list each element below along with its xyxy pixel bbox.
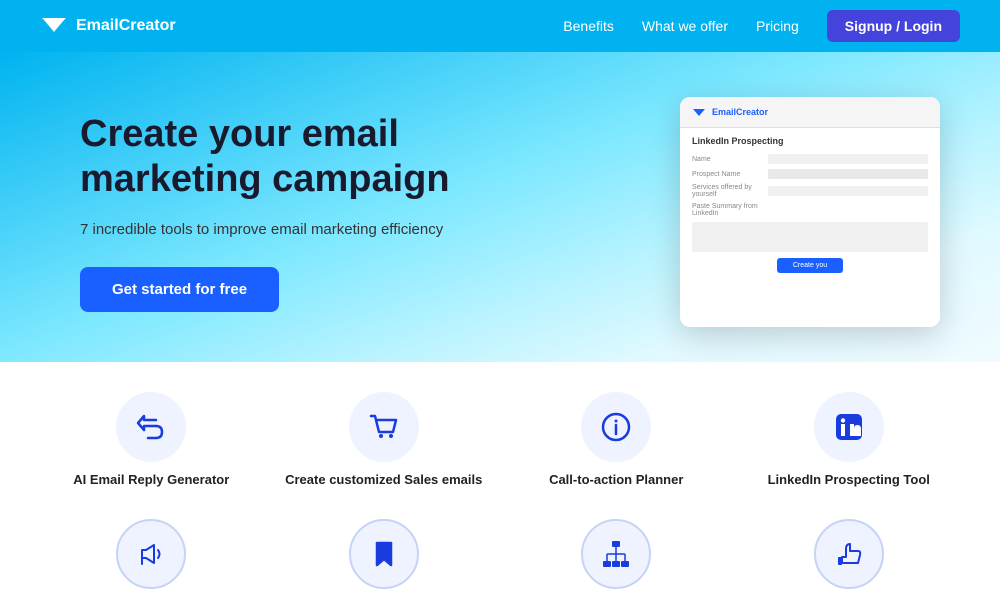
- logo-text: EmailCreator: [76, 17, 176, 35]
- preview-header: EmailCreator: [680, 97, 940, 128]
- header: EmailCreator Benefits What we offer Pric…: [0, 0, 1000, 52]
- reply-icon-circle: [116, 392, 186, 462]
- hero-subtitle: 7 incredible tools to improve email mark…: [80, 219, 510, 242]
- preview-label-prospect: Prospect Name: [692, 171, 762, 178]
- cart-icon: [367, 410, 401, 444]
- feature-label-reply: AI Email Reply Generator: [73, 472, 229, 489]
- linkedin-icon: [832, 410, 866, 444]
- bookmark-icon: [367, 537, 401, 571]
- hero-title: Create your email marketing campaign: [80, 112, 510, 203]
- thumbsup-icon-circle: [814, 519, 884, 589]
- linkedin-icon-circle: [814, 392, 884, 462]
- hierarchy-icon-circle: [581, 519, 651, 589]
- feature-item-bookmark: [273, 509, 496, 599]
- nav: Benefits What we offer Pricing Signup / …: [563, 10, 960, 42]
- logo: EmailCreator: [40, 12, 176, 40]
- reply-icon: [134, 410, 168, 444]
- signup-button[interactable]: Signup / Login: [827, 10, 960, 42]
- feature-item-linkedin: LinkedIn Prospecting Tool: [738, 382, 961, 499]
- bookmark-icon-circle: [349, 519, 419, 589]
- preview-label-name: Name: [692, 156, 762, 163]
- nav-what-we-offer[interactable]: What we offer: [642, 18, 728, 34]
- feature-label-sales: Create customized Sales emails: [285, 472, 482, 489]
- preview-page-title: LinkedIn Prospecting: [692, 136, 928, 146]
- preview-textarea: [692, 222, 928, 252]
- preview-input-prospect: [768, 169, 928, 179]
- feature-item-reply: AI Email Reply Generator: [40, 382, 263, 499]
- logo-icon: [40, 12, 68, 40]
- preview-label-services: Services offered by yourself: [692, 184, 762, 198]
- preview-input-services: [768, 186, 928, 196]
- feature-item-cta: Call-to-action Planner: [505, 382, 728, 499]
- preview-row-paste: Paste Summary from LinkedIn: [692, 203, 928, 217]
- nav-pricing[interactable]: Pricing: [756, 18, 799, 34]
- preview-create-button[interactable]: Create you: [777, 258, 843, 273]
- features-section: AI Email Reply Generator Create customiz…: [0, 362, 1000, 563]
- nav-benefits[interactable]: Benefits: [563, 18, 614, 34]
- hero-content: Create your email marketing campaign 7 i…: [80, 112, 510, 313]
- preview-row-services: Services offered by yourself: [692, 184, 928, 198]
- preview-logo-icon: [692, 105, 706, 119]
- feature-item-hierarchy: [505, 509, 728, 599]
- megaphone-icon: [134, 537, 168, 571]
- sales-icon-circle: [349, 392, 419, 462]
- cta-icon-circle: [581, 392, 651, 462]
- hero-section: Create your email marketing campaign 7 i…: [0, 52, 1000, 362]
- preview-logo-text: EmailCreator: [712, 107, 768, 117]
- feature-item-megaphone: [40, 509, 263, 599]
- info-icon: [599, 410, 633, 444]
- preview-input-name: [768, 154, 928, 164]
- features-row-2: [40, 509, 960, 599]
- preview-label-paste: Paste Summary from LinkedIn: [692, 203, 762, 217]
- feature-item-thumbsup: [738, 509, 961, 599]
- preview-row-name: Name: [692, 154, 928, 164]
- megaphone-icon-circle: [116, 519, 186, 589]
- app-preview-card: EmailCreator LinkedIn Prospecting Name P…: [680, 97, 940, 327]
- preview-row-prospect: Prospect Name: [692, 169, 928, 179]
- preview-body: LinkedIn Prospecting Name Prospect Name …: [680, 128, 940, 281]
- feature-label-linkedin: LinkedIn Prospecting Tool: [768, 472, 930, 489]
- feature-label-cta: Call-to-action Planner: [549, 472, 683, 489]
- hierarchy-icon: [599, 537, 633, 571]
- features-row-1: AI Email Reply Generator Create customiz…: [40, 382, 960, 499]
- feature-item-sales: Create customized Sales emails: [273, 382, 496, 499]
- thumbsup-icon: [832, 537, 866, 571]
- cta-button[interactable]: Get started for free: [80, 267, 279, 312]
